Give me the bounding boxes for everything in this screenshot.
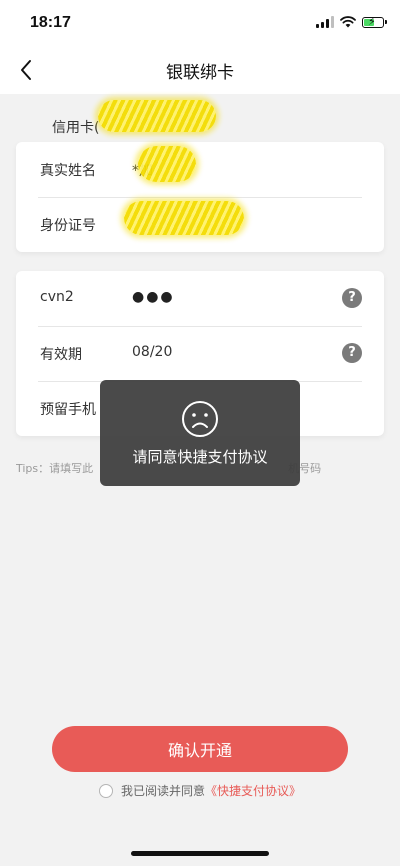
battery-icon: ⚡ [362,14,387,28]
card-type-label: 信用卡( [52,120,100,136]
name-row: 真实姓名 *加 [16,142,384,197]
status-icons: ⚡ [316,14,387,28]
cvn-label: cvn2 [40,289,74,305]
nav-bar: 银联绑卡 [0,48,400,94]
redaction-scribble [138,146,196,182]
status-time: 18:17 [30,14,71,31]
wifi-icon [340,16,356,28]
page-title: 银联绑卡 [166,63,234,83]
toast-message: 请同意快捷支付协议 [132,448,268,466]
question-mark-icon[interactable]: ? [342,288,362,308]
question-mark-icon[interactable]: ? [342,343,362,363]
agreement-row: 我已阅读并同意 《快捷支付协议》 [0,782,400,799]
cvn-row: cvn2 ●●● ? [16,271,384,326]
agreement-link[interactable]: 《快捷支付协议》 [205,782,301,799]
redaction-scribble [98,100,216,132]
expiry-row: 有效期 08/20 ? [16,326,384,381]
tips-left: Tips：请填写此 [16,462,94,475]
status-bar: 18:17 ⚡ [0,0,400,48]
identity-card: 真实姓名 *加 身份证号 [16,142,384,252]
expiry-value[interactable]: 08/20 [132,344,172,360]
agree-text: 我已阅读并同意 [120,784,205,798]
redaction-scribble [124,201,244,235]
sad-face-icon [182,401,218,437]
signal-icon [316,16,334,28]
confirm-button[interactable]: 确认开通 [52,726,348,772]
home-indicator [131,851,269,856]
name-label: 真实姓名 [40,163,96,179]
cvn-value[interactable]: ●●● [132,289,175,305]
id-number-label: 身份证号 [40,218,96,234]
toast: 请同意快捷支付协议 [100,380,300,486]
bind-card-page: 18:17 ⚡ 银联绑卡 信用卡(真实姓名 身份证号 cvn2 ●●● ? 有… [0,0,400,866]
expiry-label: 有效期 [40,347,82,363]
phone-label: 预留手机 [40,402,96,418]
agree-radio[interactable] [98,783,113,798]
charging-bolt-icon: ⚡ [368,14,376,28]
